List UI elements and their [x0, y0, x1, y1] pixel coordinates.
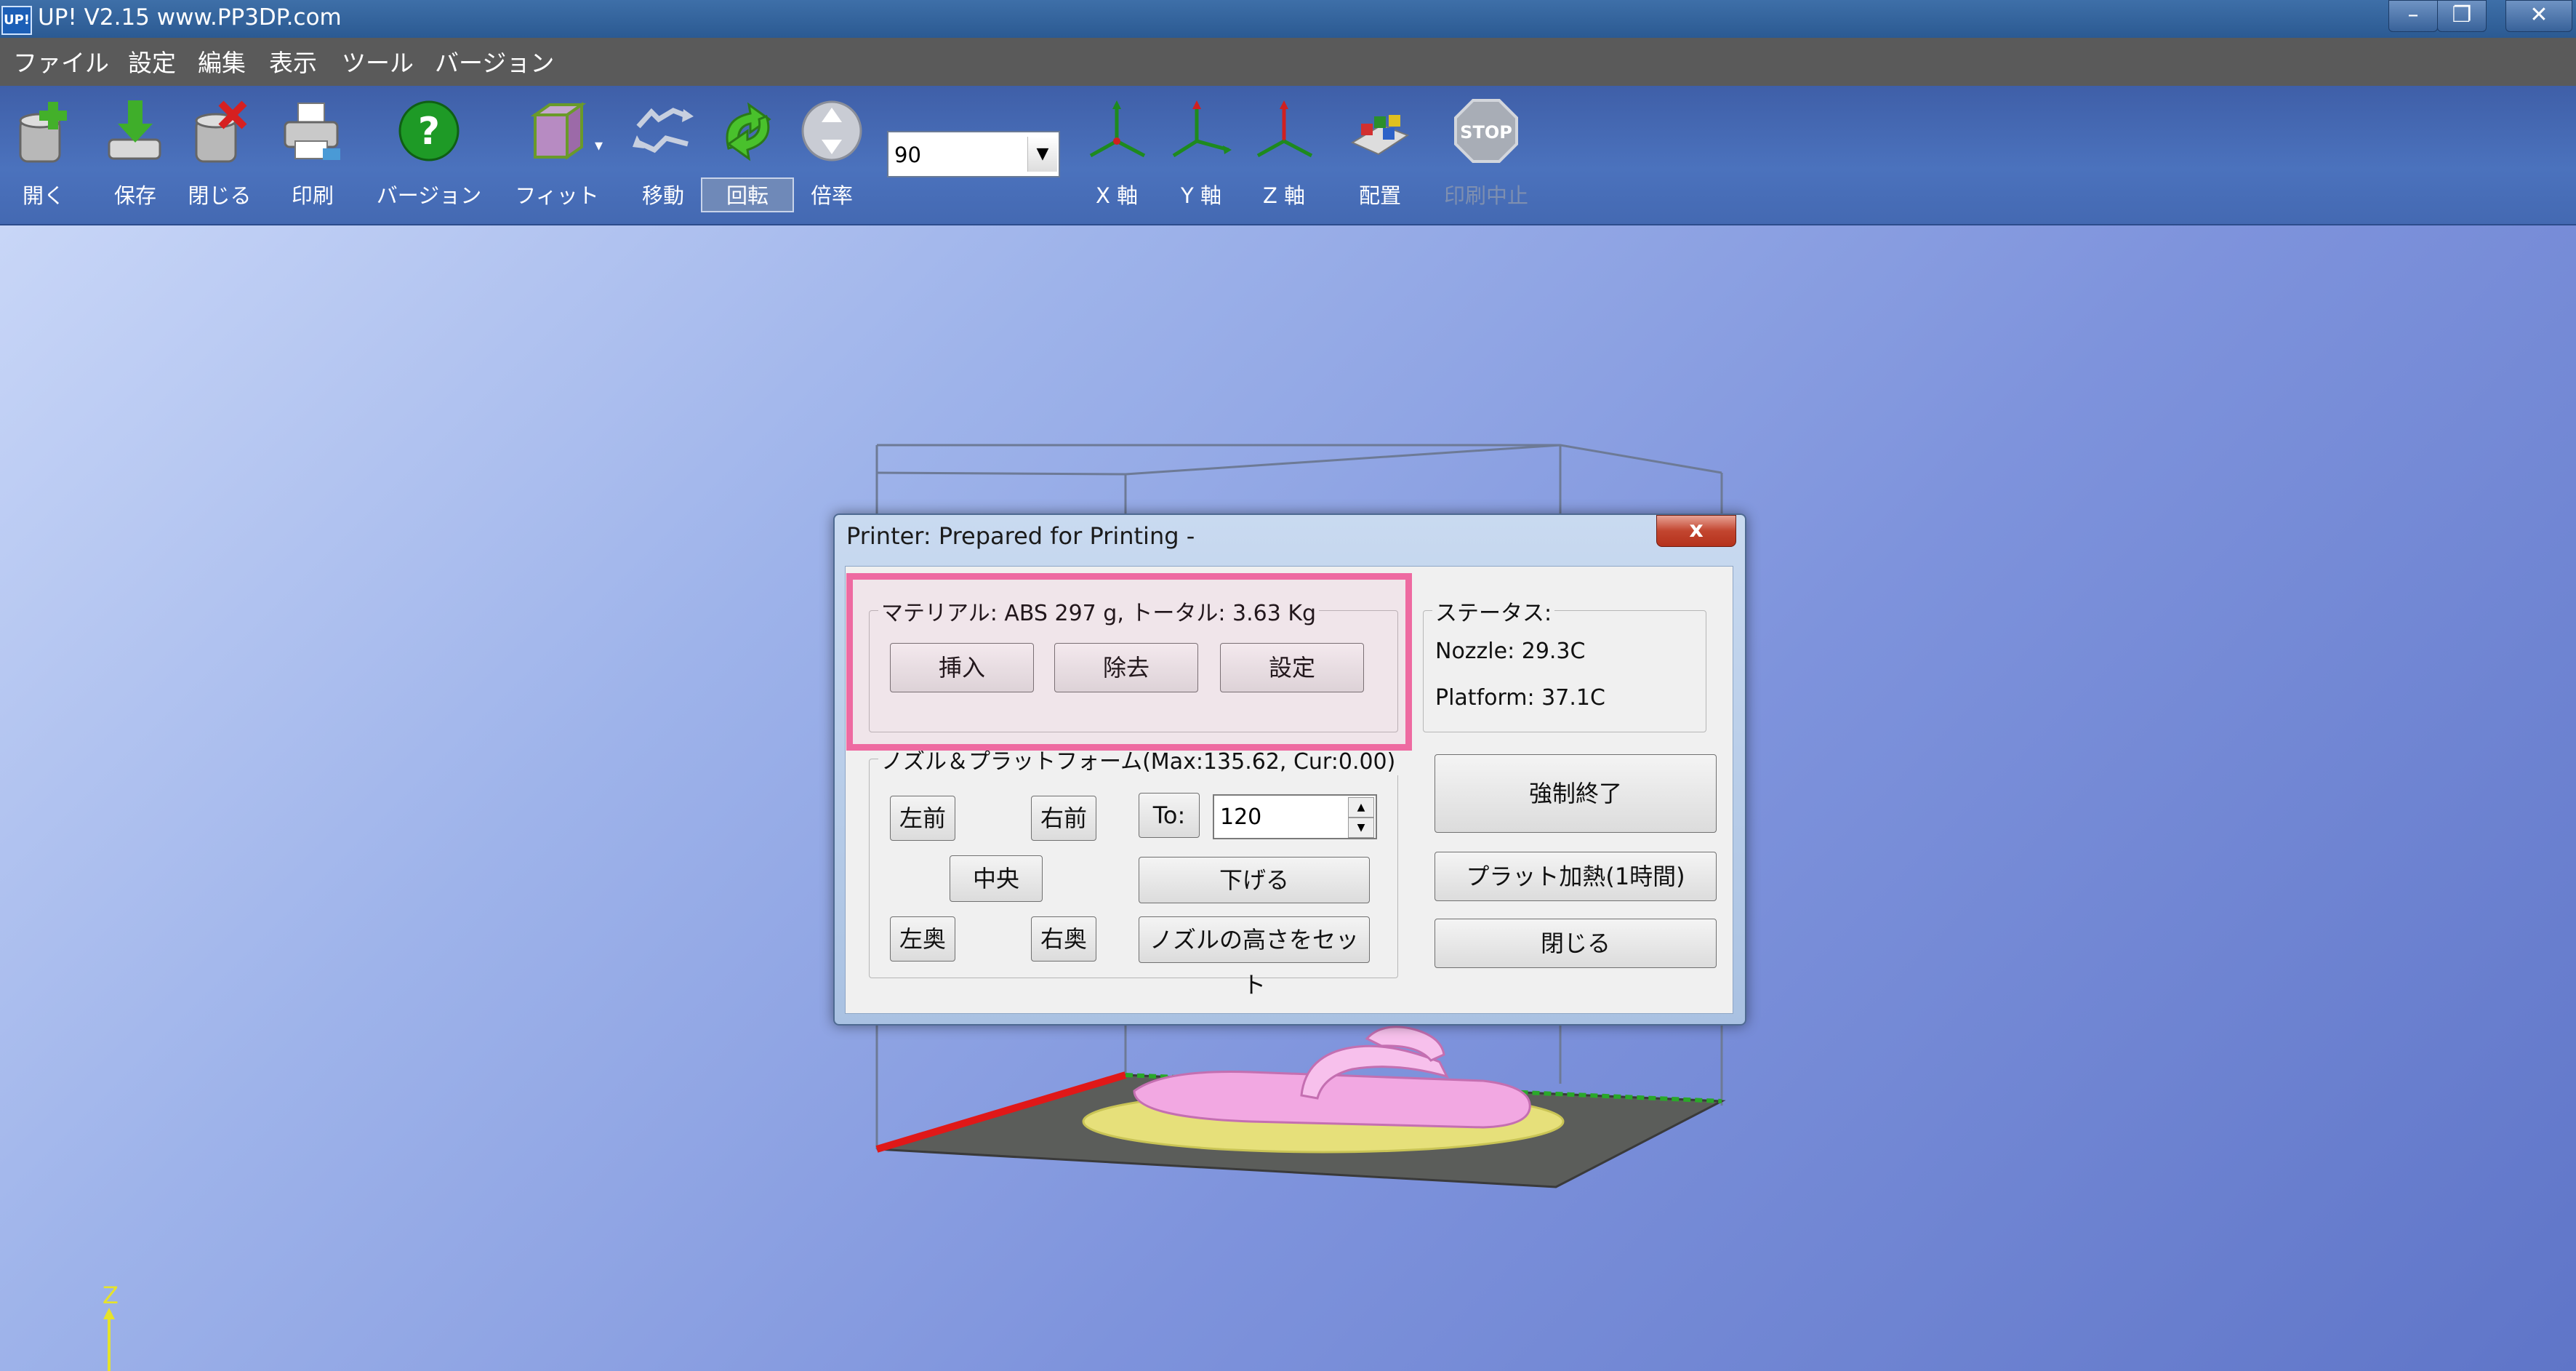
close-file-icon	[195, 100, 247, 163]
material-highlight-box	[846, 573, 1412, 751]
move-icon	[633, 108, 694, 153]
arrange-icon	[1350, 115, 1410, 156]
stepper-down-icon[interactable]: ▼	[1348, 818, 1374, 838]
front-right-button[interactable]: 右前	[1031, 796, 1096, 841]
nozzle-platform-group: ノズル＆プラットフォーム(Max:135.62, Cur:0.00) 左前 右前…	[869, 743, 1399, 999]
set-nozzle-height-button[interactable]: ノズルの高さをセット	[1139, 916, 1370, 999]
stop-print-label: 印刷中止	[1443, 183, 1528, 208]
scale-button[interactable]: 倍率	[788, 93, 875, 221]
menu-settings[interactable]: 設定	[128, 44, 176, 79]
fit-cube-icon	[530, 102, 587, 160]
front-left-button[interactable]: 左前	[890, 796, 955, 841]
maximize-button[interactable]: ❐	[2437, 0, 2487, 32]
version-button[interactable]: ? バージョン	[377, 93, 481, 221]
save-icon	[108, 100, 161, 160]
window-close-button[interactable]: ✕	[2505, 0, 2572, 32]
minimize-button[interactable]: –	[2388, 0, 2438, 32]
open-icon	[19, 102, 67, 163]
dialog-title: Printer: Prepared for Printing -	[846, 522, 1195, 550]
fit-dropdown-icon[interactable]: ▾	[595, 137, 603, 155]
app-icon: UP!	[1, 6, 32, 35]
toolbar: 開く 保存 閉じる 印刷 ? バージョン フィット ▾ 移動 回転 倍率 X 軸…	[0, 86, 2576, 225]
arrange-button[interactable]: 配置	[1336, 93, 1424, 221]
back-left-button[interactable]: 左奥	[890, 916, 955, 962]
z-axis-icon	[1256, 100, 1313, 158]
print-label: 印刷	[291, 183, 334, 208]
zoom-value: 90	[894, 143, 921, 167]
menu-bar: ファイル 設定 編集 表示 ツール バージョン	[0, 38, 2576, 86]
stop-print-button[interactable]: STOP 印刷中止	[1443, 93, 1530, 221]
to-button[interactable]: To:	[1139, 793, 1200, 838]
menu-tools[interactable]: ツール	[342, 44, 414, 79]
chevron-down-icon[interactable]: ▼	[1027, 137, 1057, 172]
to-value: 120	[1220, 804, 1262, 830]
dialog-close-x-button[interactable]: x	[1656, 515, 1736, 547]
nozzle-temp: Nozzle: 29.3C	[1435, 639, 1586, 664]
center-button[interactable]: 中央	[950, 855, 1043, 902]
sandal-model	[1133, 1026, 1531, 1129]
y-axis-icon	[1172, 100, 1232, 158]
x-axis-icon	[1089, 100, 1146, 158]
plate-heat-button[interactable]: プラット加熱(1時間)	[1435, 852, 1717, 901]
print-button[interactable]: 印刷	[269, 93, 356, 221]
version-label: バージョン	[376, 183, 482, 208]
svg-text:?: ?	[418, 110, 440, 153]
stepper-up-icon[interactable]: ▲	[1348, 797, 1374, 818]
scale-icon	[801, 100, 862, 161]
menu-file[interactable]: ファイル	[13, 44, 109, 79]
to-stepper[interactable]: 120 ▲ ▼	[1213, 794, 1377, 839]
rotate-icon	[726, 102, 771, 161]
stop-icon: STOP	[1454, 99, 1518, 163]
back-right-button[interactable]: 右奥	[1031, 916, 1096, 962]
menu-view[interactable]: 表示	[269, 44, 317, 79]
menu-version[interactable]: バージョン	[435, 44, 554, 79]
window-title: UP! V2.15 www.PP3DP.com	[38, 4, 342, 31]
fit-button[interactable]: フィット	[513, 93, 601, 221]
force-stop-button[interactable]: 強制終了	[1435, 754, 1717, 833]
move-button[interactable]: 移動	[619, 93, 707, 221]
printer-icon	[284, 103, 340, 160]
status-legend: ステータス:	[1432, 595, 1555, 627]
lower-button[interactable]: 下げる	[1139, 857, 1370, 903]
zoom-combobox[interactable]: 90 ▼	[887, 131, 1060, 177]
menu-edit[interactable]: 編集	[198, 44, 246, 79]
title-bar: UP! UP! V2.15 www.PP3DP.com – ❐ ✕	[0, 0, 2576, 38]
platform-temp: Platform: 37.1C	[1435, 685, 1605, 711]
help-icon: ?	[398, 100, 460, 161]
z-axis-indicator-label: Z	[103, 1282, 119, 1309]
dialog-close-button[interactable]: 閉じる	[1435, 919, 1717, 968]
scale-label: 倍率	[810, 183, 853, 208]
stop-icon-text: STOP	[1460, 122, 1512, 143]
status-group: ステータス: Nozzle: 29.3C Platform: 37.1C	[1423, 595, 1706, 732]
